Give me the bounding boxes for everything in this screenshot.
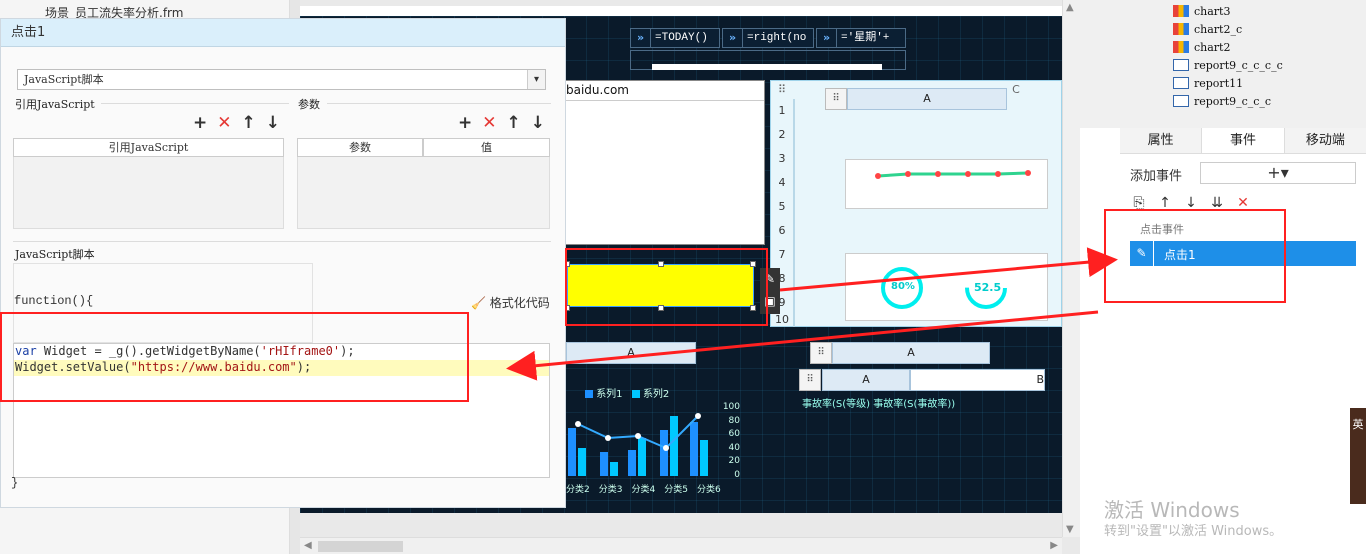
arrow-widget-to-event	[779, 247, 1118, 292]
annotation-arrows	[506, 247, 1118, 381]
arrow-event-to-code	[506, 310, 1099, 381]
